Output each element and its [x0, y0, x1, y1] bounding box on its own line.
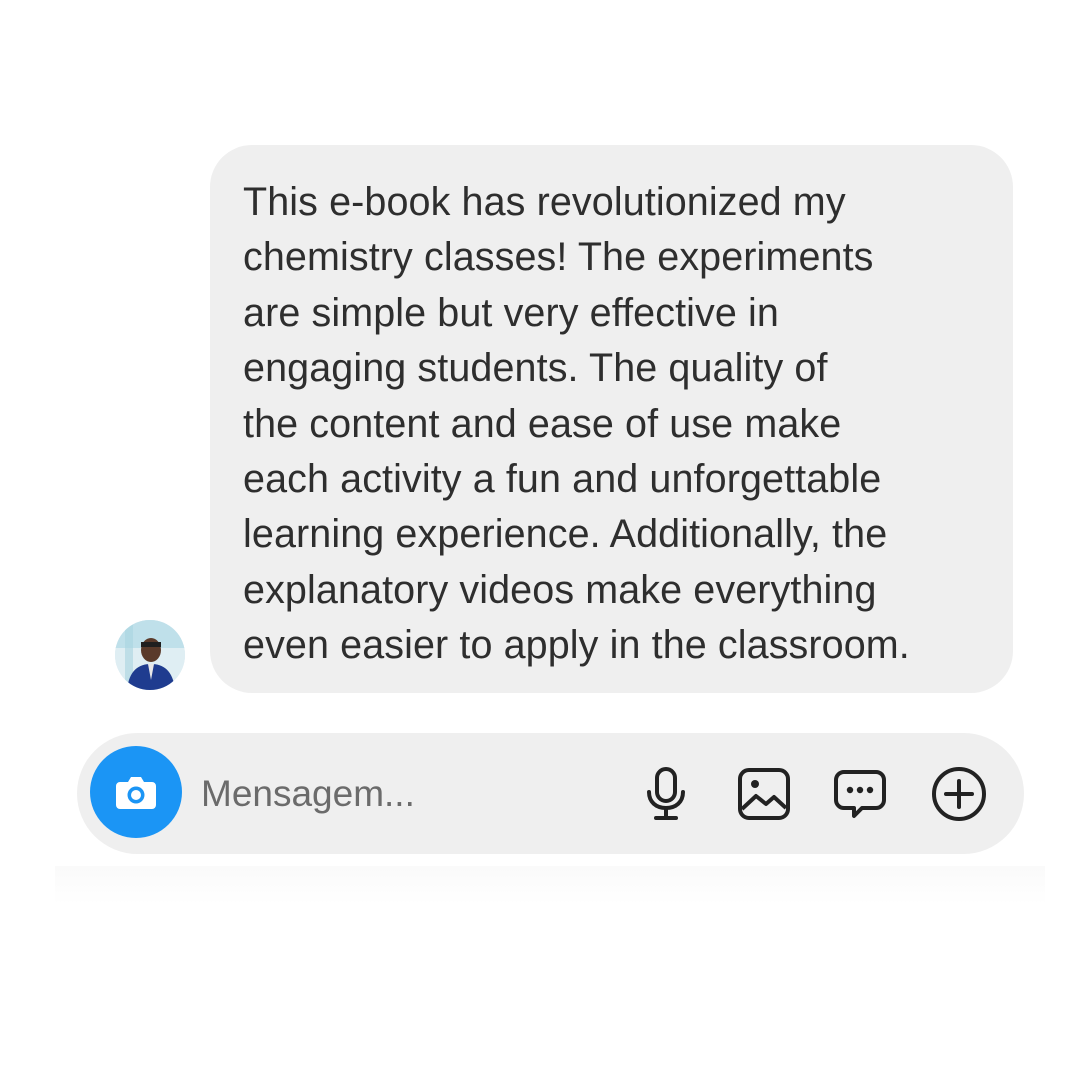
plus-circle-icon — [932, 767, 986, 821]
camera-button[interactable] — [90, 746, 182, 838]
camera-icon — [116, 777, 156, 809]
avatar-photo — [115, 620, 185, 690]
chat-thread: This e-book has revolutionized my chemis… — [0, 0, 1080, 1080]
gallery-button[interactable] — [733, 763, 795, 825]
plus-button[interactable] — [928, 763, 990, 825]
microphone-icon — [647, 767, 685, 820]
message-input[interactable] — [201, 766, 601, 822]
microphone-button[interactable] — [635, 763, 697, 825]
sticker-button[interactable] — [829, 763, 891, 825]
composer-shadow — [55, 866, 1045, 904]
message-composer — [77, 733, 1024, 854]
sender-avatar[interactable] — [115, 620, 185, 690]
image-gallery-icon — [738, 768, 790, 820]
message-bubble[interactable]: This e-book has revolutionized my chemis… — [210, 145, 1013, 693]
message-text: This e-book has revolutionized my chemis… — [243, 180, 910, 668]
chat-bubble-icon — [834, 770, 886, 818]
received-message-row: This e-book has revolutionized my chemis… — [115, 145, 1015, 693]
